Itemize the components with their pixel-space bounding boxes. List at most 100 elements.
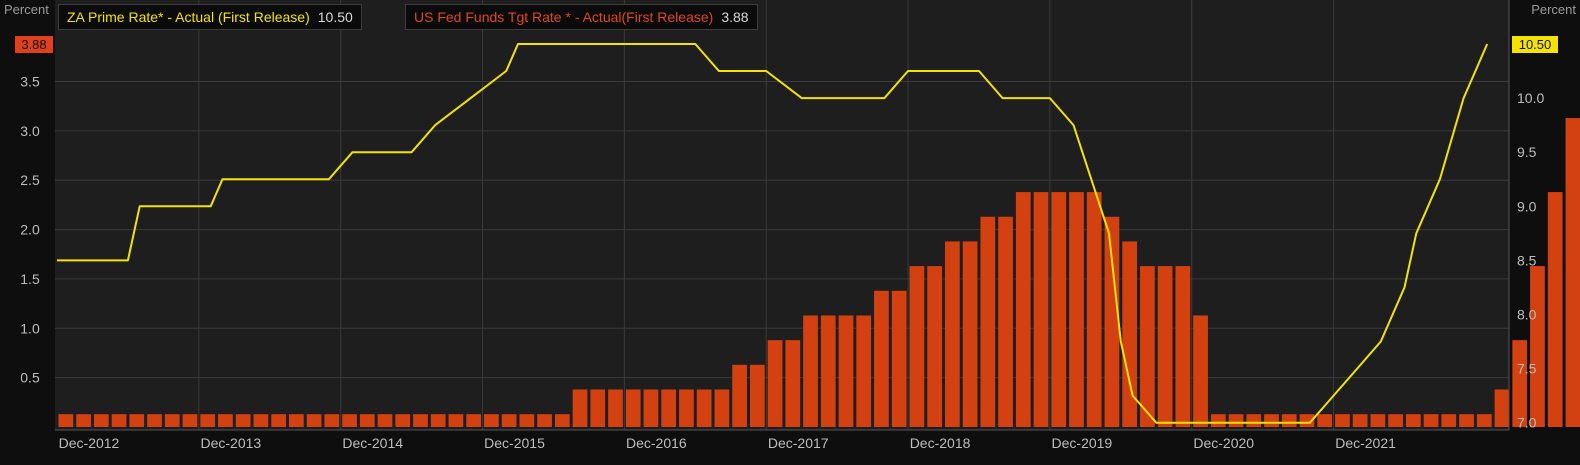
x-tick-label: Dec-2018 (910, 435, 971, 451)
bar-fed-funds-52 (980, 217, 995, 427)
right-tick-label: 7.5 (1517, 361, 1537, 377)
bar-fed-funds-46 (874, 291, 889, 427)
bar-fed-funds-54 (1016, 192, 1031, 427)
bar-fed-funds-69 (1282, 414, 1297, 427)
left-last-value-text: 3.88 (21, 37, 46, 52)
bar-fed-funds-31 (608, 389, 623, 427)
bar-fed-funds-32 (626, 389, 641, 427)
bar-fed-funds-25 (502, 414, 517, 427)
bar-fed-funds-2 (94, 414, 109, 427)
bar-fed-funds-20 (413, 414, 428, 427)
bar-fed-funds-30 (590, 389, 605, 427)
bar-fed-funds-53 (998, 217, 1013, 427)
bar-fed-funds-76 (1406, 414, 1421, 427)
bar-fed-funds-73 (1353, 414, 1368, 427)
bar-fed-funds-28 (555, 414, 570, 427)
bar-fed-funds-7 (183, 414, 198, 427)
legend-item-za-prime-rate[interactable]: ZA Prime Rate* - Actual (First Release) … (58, 4, 362, 30)
left-axis-title: Percent (4, 2, 49, 17)
bar-fed-funds-72 (1335, 414, 1350, 427)
bar-fed-funds-61 (1140, 266, 1155, 427)
bar-fed-funds-77 (1424, 414, 1439, 427)
legend-value-za-prime-rate: 10.50 (318, 9, 353, 25)
bar-fed-funds-64 (1193, 315, 1208, 427)
bar-fed-funds-63 (1175, 266, 1190, 427)
bar-fed-funds-65 (1211, 414, 1226, 427)
right-tick-label: 8.5 (1517, 252, 1537, 268)
legend-value-us-fed-funds: 3.88 (721, 9, 748, 25)
bar-fed-funds-85 (1566, 118, 1580, 427)
chart-svg: 0.51.01.52.02.53.03.57.07.58.08.59.09.51… (0, 0, 1580, 460)
bar-fed-funds-21 (431, 414, 446, 427)
bar-fed-funds-42 (803, 315, 818, 427)
bar-fed-funds-12 (271, 414, 286, 427)
left-tick-label: 2.0 (20, 222, 40, 238)
x-tick-label: Dec-2020 (1193, 435, 1254, 451)
bar-fed-funds-4 (129, 414, 144, 427)
x-tick-label: Dec-2015 (484, 435, 545, 451)
left-tick-label: 2.5 (20, 172, 40, 188)
right-last-value-text: 10.50 (1519, 37, 1552, 52)
right-axis-title: Percent (1531, 2, 1576, 17)
bar-fed-funds-58 (1087, 192, 1102, 427)
bar-fed-funds-0 (59, 414, 74, 427)
bar-fed-funds-78 (1441, 414, 1456, 427)
bar-fed-funds-39 (750, 365, 765, 427)
bar-fed-funds-19 (395, 414, 410, 427)
right-tick-label: 7.0 (1517, 415, 1537, 431)
left-tick-label: 3.5 (20, 74, 40, 90)
bar-fed-funds-11 (254, 414, 269, 427)
bar-fed-funds-55 (1034, 192, 1049, 427)
bar-fed-funds-29 (573, 389, 588, 427)
bar-fed-funds-67 (1246, 414, 1261, 427)
bar-fed-funds-79 (1459, 414, 1474, 427)
right-tick-label: 9.0 (1517, 198, 1537, 214)
bar-fed-funds-48 (910, 266, 925, 427)
bar-fed-funds-75 (1388, 414, 1403, 427)
bar-fed-funds-15 (324, 414, 339, 427)
bar-fed-funds-38 (732, 365, 747, 427)
bar-fed-funds-16 (342, 414, 357, 427)
bar-fed-funds-8 (200, 414, 215, 427)
left-tick-label: 1.0 (20, 320, 40, 336)
bar-fed-funds-84 (1548, 192, 1563, 427)
bar-fed-funds-35 (679, 389, 694, 427)
bar-fed-funds-3 (112, 414, 127, 427)
bar-fed-funds-51 (963, 241, 978, 427)
right-tick-label: 9.5 (1517, 144, 1537, 160)
bar-fed-funds-43 (821, 315, 836, 427)
bar-fed-funds-10 (236, 414, 251, 427)
legend-item-us-fed-funds[interactable]: US Fed Funds Tgt Rate * - Actual(First R… (405, 4, 758, 30)
bar-fed-funds-45 (856, 315, 871, 427)
left-tick-label: 3.0 (20, 123, 40, 139)
x-tick-label: Dec-2019 (1052, 435, 1113, 451)
bar-fed-funds-13 (289, 414, 304, 427)
bar-fed-funds-27 (537, 414, 552, 427)
right-tick-label: 8.0 (1517, 306, 1537, 322)
bar-fed-funds-50 (945, 241, 960, 427)
x-tick-label: Dec-2012 (59, 435, 120, 451)
chart-container: 0.51.01.52.02.53.03.57.07.58.08.59.09.51… (0, 0, 1580, 460)
bar-fed-funds-14 (307, 414, 322, 427)
bar-fed-funds-6 (165, 414, 180, 427)
bar-fed-funds-23 (466, 414, 481, 427)
bar-fed-funds-37 (715, 389, 730, 427)
bar-fed-funds-83 (1530, 266, 1545, 427)
bar-fed-funds-80 (1477, 414, 1492, 427)
bar-fed-funds-17 (360, 414, 375, 427)
bar-fed-funds-59 (1105, 217, 1120, 427)
bar-fed-funds-26 (519, 414, 534, 427)
bar-fed-funds-49 (927, 266, 942, 427)
bar-fed-funds-36 (697, 389, 712, 427)
legend-label-za-prime-rate: ZA Prime Rate* - Actual (First Release) (67, 9, 310, 25)
bar-fed-funds-44 (839, 315, 854, 427)
bar-fed-funds-1 (76, 414, 91, 427)
right-tick-label: 10.0 (1517, 90, 1544, 106)
bar-fed-funds-66 (1229, 414, 1244, 427)
bar-fed-funds-24 (484, 414, 499, 427)
x-tick-label: Dec-2014 (342, 435, 403, 451)
bar-fed-funds-71 (1317, 414, 1332, 427)
bar-fed-funds-41 (785, 340, 800, 427)
bar-fed-funds-47 (892, 291, 907, 427)
x-tick-label: Dec-2016 (626, 435, 687, 451)
